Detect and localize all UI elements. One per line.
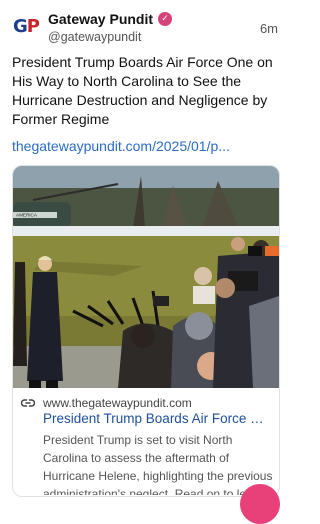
account-handle[interactable]: @gatewaypundit (48, 30, 141, 44)
post-header: GP Gateway Pundit ✓ @gatewaypundit 6m (12, 8, 278, 48)
link-icon (21, 399, 35, 407)
post-link[interactable]: thegatewaypundit.com/2025/01/p... (12, 138, 280, 154)
post-time: 6m (259, 21, 278, 36)
card-title[interactable]: President Trump Boards Air Force On... (43, 411, 271, 426)
preview-photo: AMERICA (13, 166, 279, 388)
floating-action-button[interactable] (240, 484, 280, 524)
domain-row: www.thegatewaypundit.com (21, 396, 192, 410)
avatar-g: G (13, 15, 28, 37)
name-row: Gateway Pundit ✓ (48, 11, 173, 27)
post-text: President Trump Boards Air Force One on … (12, 54, 273, 127)
avatar[interactable]: GP (12, 12, 40, 40)
verified-icon: ✓ (158, 12, 173, 26)
helicopter-marking: AMERICA (16, 213, 38, 218)
card-domain: www.thegatewaypundit.com (43, 396, 192, 410)
link-preview-card[interactable]: AMERICA www.thegatewaypundit.com Preside… (12, 165, 280, 497)
account-name[interactable]: Gateway Pundit (48, 11, 153, 27)
avatar-p: P (26, 15, 40, 37)
card-description: President Trump is set to visit North Ca… (43, 433, 273, 495)
